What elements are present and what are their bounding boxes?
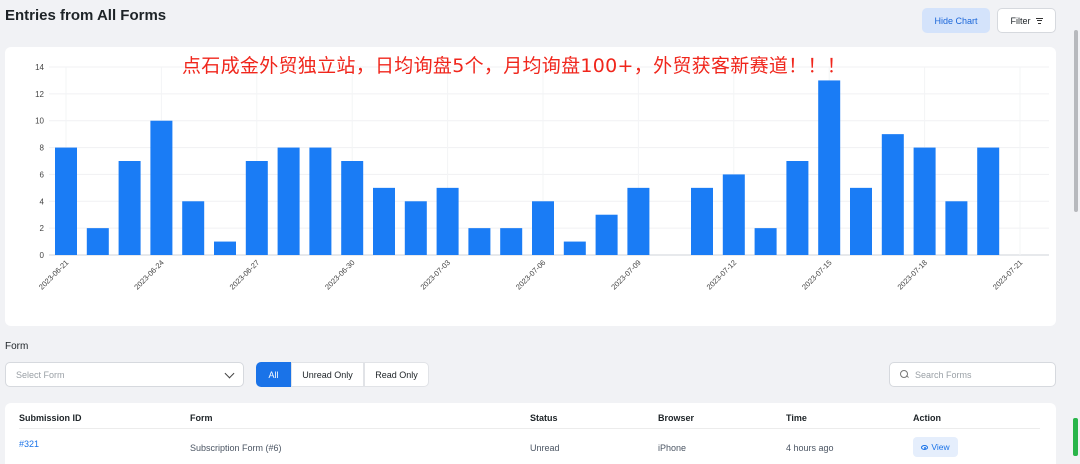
chart-bar xyxy=(214,241,236,255)
col-header-browser[interactable]: Browser xyxy=(658,413,694,423)
x-tick-label: 2023-07-15 xyxy=(800,258,833,291)
search-placeholder: Search Forms xyxy=(915,369,972,380)
col-header-action: Action xyxy=(913,413,941,423)
chart-bar xyxy=(182,201,205,255)
chart-bar xyxy=(150,120,173,255)
y-tick-label: 12 xyxy=(35,90,44,99)
form-filter-label: Form xyxy=(5,341,29,352)
col-header-form[interactable]: Form xyxy=(190,413,213,423)
eye-icon xyxy=(921,444,929,450)
filter-button[interactable]: Filter xyxy=(997,8,1056,33)
segment-all[interactable]: All xyxy=(256,362,291,387)
x-tick-label: 2023-07-06 xyxy=(514,258,547,291)
chart-bar xyxy=(881,134,904,255)
y-tick-label: 4 xyxy=(40,197,45,206)
x-tick-label: 2023-07-09 xyxy=(609,258,642,291)
select-form-dropdown[interactable]: Select Form xyxy=(5,362,244,387)
chart-bar xyxy=(913,147,936,255)
chart-bar xyxy=(977,147,1000,255)
chart-bar xyxy=(341,161,364,255)
chevron-down-icon xyxy=(224,368,235,379)
view-entry-button[interactable]: View xyxy=(913,437,958,457)
filter-button-label: Filter xyxy=(1010,15,1031,26)
page-title: Entries from All Forms xyxy=(5,7,167,24)
chart-bar xyxy=(404,201,427,255)
segment-read-only[interactable]: Read Only xyxy=(364,362,429,387)
row-status: Unread xyxy=(530,443,560,453)
chart-bar xyxy=(595,214,618,255)
hide-chart-button[interactable]: Hide Chart xyxy=(922,8,990,33)
col-header-submission-id[interactable]: Submission ID xyxy=(19,413,82,423)
promo-banner-text: 点石成金外贸独立站，日均询盘5个，月均询盘100+，外贸获客新赛道！！！ xyxy=(182,55,847,77)
y-tick-label: 8 xyxy=(40,144,45,153)
y-tick-label: 14 xyxy=(35,63,44,72)
y-tick-label: 10 xyxy=(35,117,44,126)
chart-bar xyxy=(563,241,586,255)
chart-bar xyxy=(691,187,713,255)
chart-bar xyxy=(436,187,459,255)
segment-unread-only[interactable]: Unread Only xyxy=(291,362,364,387)
row-browser: iPhone xyxy=(658,443,687,453)
chart-bar xyxy=(309,147,332,255)
select-form-placeholder: Select Form xyxy=(16,369,65,380)
chart-bar xyxy=(850,187,872,255)
chart-bar xyxy=(118,161,141,255)
x-tick-label: 2023-06-30 xyxy=(323,258,356,291)
filter-icon xyxy=(1035,17,1043,24)
chart-bar xyxy=(627,187,650,255)
row-form-name: Subscription Form (#6) xyxy=(190,443,282,453)
search-forms-input[interactable]: Search Forms xyxy=(889,362,1056,387)
chart-bar xyxy=(818,80,841,255)
x-tick-label: 2023-06-21 xyxy=(37,258,70,291)
chart-bar xyxy=(245,161,268,255)
chart-bar xyxy=(532,201,554,255)
y-tick-label: 2 xyxy=(40,224,45,233)
y-tick-label: 0 xyxy=(40,251,45,260)
chart-bar xyxy=(86,228,109,255)
x-tick-label: 2023-07-18 xyxy=(896,258,929,291)
scrollbar-thumb[interactable] xyxy=(1074,30,1078,212)
chart-card: 0 2 4 6 8 10 12 14 2023-06-21 2023-06-24 2023-06-2… xyxy=(5,47,1056,326)
chart-bar xyxy=(373,187,395,255)
x-tick-label: 2023-06-24 xyxy=(132,258,165,291)
x-tick-label: 2023-07-12 xyxy=(705,258,738,291)
col-header-time[interactable]: Time xyxy=(786,413,807,423)
row-time: 4 hours ago xyxy=(786,443,834,453)
row-submission-id-link[interactable]: #321 xyxy=(19,439,39,449)
col-header-status[interactable]: Status xyxy=(530,413,558,423)
chart-bar xyxy=(786,161,809,255)
view-button-label: View xyxy=(931,442,950,452)
chart-bar xyxy=(468,228,491,255)
chart-bar xyxy=(945,201,968,255)
x-tick-label: 2023-07-03 xyxy=(419,258,452,291)
chart-bar xyxy=(55,147,77,255)
chart-bar xyxy=(277,147,300,255)
entries-bar-chart: 0 2 4 6 8 10 12 14 2023-06-21 2023-06-24 2023-06-2… xyxy=(35,63,1049,292)
x-tick-label: 2023-06-27 xyxy=(228,258,261,291)
table-divider xyxy=(19,428,1040,429)
y-tick-label: 6 xyxy=(40,170,45,179)
search-icon xyxy=(900,370,909,379)
side-indicator xyxy=(1073,418,1078,456)
chart-bar xyxy=(722,174,745,255)
chart-bar xyxy=(500,228,523,255)
x-tick-label: 2023-07-21 xyxy=(991,258,1024,291)
chart-bar xyxy=(754,228,777,255)
